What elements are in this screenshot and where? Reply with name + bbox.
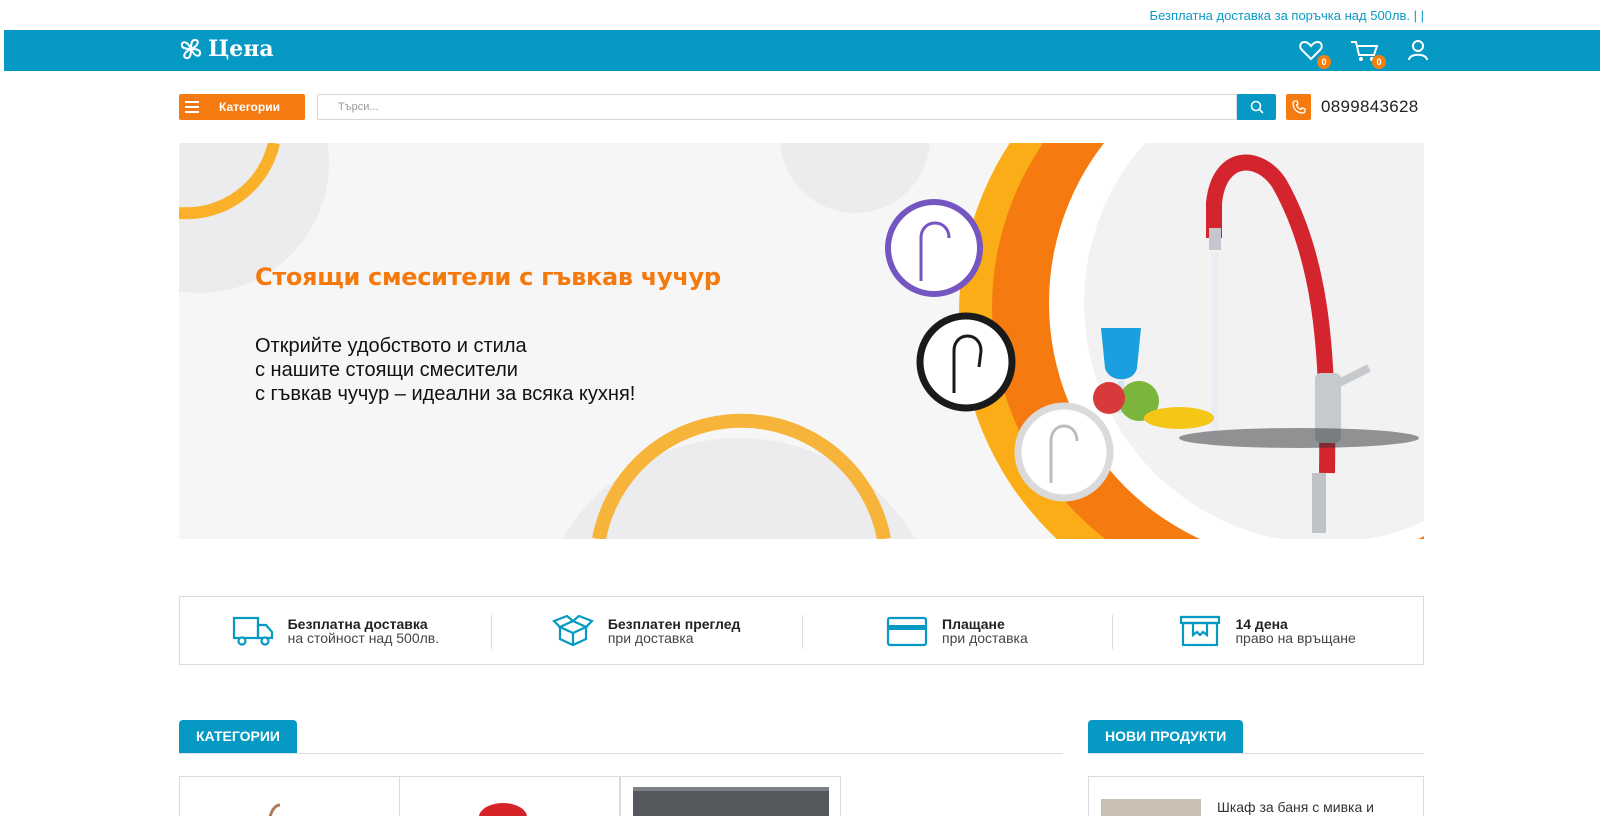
new-product-card[interactable]: Шкаф за баня с мивка и — [1088, 776, 1424, 816]
wishlist-button[interactable]: 0 — [1299, 39, 1331, 69]
banner-line: с гъвкав чучур – идеални за всяка кухня! — [255, 383, 636, 405]
feature-title: Безплатна доставка — [287, 615, 428, 632]
banner-text: Открийте удобството и стила с нашите сто… — [255, 334, 775, 406]
feature-pay-on-delivery: Плащане при доставка — [801, 597, 1113, 664]
category-thumbnail — [479, 803, 527, 816]
wishlist-count-badge: 0 — [1317, 55, 1331, 69]
search-icon — [1250, 100, 1264, 114]
logo-text: Цена — [208, 36, 274, 62]
feature-subtitle: при доставка — [607, 629, 694, 646]
banner-line: Открийте удобството и стила — [255, 335, 527, 357]
categories-button-label: Категории — [219, 100, 280, 114]
feature-free-inspection: Безплатен преглед при доставка — [490, 597, 802, 664]
feature-title: Плащане — [942, 615, 1005, 632]
credit-card-icon — [886, 616, 928, 646]
category-card[interactable] — [179, 776, 400, 816]
categories-section-title[interactable]: КАТЕГОРИИ — [179, 720, 297, 753]
category-thumbnail — [633, 787, 829, 816]
feature-title: Безплатен преглед — [607, 615, 741, 632]
product-thumbnail — [1101, 799, 1201, 816]
phone-number[interactable]: 0899843628 — [1321, 97, 1419, 117]
hero-banner[interactable]: Стоящи смесители с гъвкав чучур Открийте… — [179, 143, 1424, 539]
menu-icon — [185, 101, 199, 113]
logo-icon — [180, 38, 202, 60]
phone-button[interactable] — [1286, 94, 1311, 120]
account-button[interactable] — [1407, 39, 1431, 63]
cart-count-badge: 0 — [1372, 55, 1386, 69]
feature-14-day-return: 14 дена право на връщане — [1112, 597, 1423, 664]
category-thumbnail — [268, 803, 281, 816]
open-box-icon — [551, 614, 594, 646]
features-bar: Безплатна доставка на стойност над 500лв… — [179, 596, 1424, 665]
banner-line: с нашите стоящи смесители — [255, 359, 518, 381]
truck-icon — [232, 616, 273, 646]
category-card[interactable] — [399, 776, 620, 816]
logo[interactable]: Цена — [178, 36, 274, 62]
cart-button[interactable]: 0 — [1350, 39, 1386, 69]
categories-button[interactable]: Категории — [179, 94, 305, 120]
return-box-icon — [1180, 615, 1221, 646]
feature-title: 14 дена — [1235, 615, 1288, 632]
categories-section-header: КАТЕГОРИИ — [179, 720, 1063, 754]
feature-subtitle: право на връщане — [1235, 629, 1356, 646]
product-title[interactable]: Шкаф за баня с мивка и — [1217, 799, 1374, 815]
new-products-section-title[interactable]: НОВИ ПРОДУКТИ — [1088, 720, 1244, 753]
feature-free-delivery: Безплатна доставка на стойност над 500лв… — [180, 597, 491, 664]
phone-icon — [1291, 100, 1306, 114]
feature-subtitle: при доставка — [942, 629, 1028, 646]
search-bar — [317, 94, 1276, 120]
category-card[interactable] — [620, 776, 841, 816]
search-input[interactable] — [317, 94, 1237, 120]
banner-title: Стоящи смесители с гъвкав чучур — [255, 263, 721, 291]
user-icon — [1408, 40, 1428, 61]
search-button[interactable] — [1237, 94, 1276, 120]
feature-subtitle: на стойност над 500лв. — [287, 629, 440, 646]
top-strip: Безплатна доставка за поръчка над 500лв.… — [0, 0, 1600, 30]
navbar: Цена 0 0 — [4, 30, 1600, 71]
new-products-section-header: НОВИ ПРОДУКТИ — [1088, 720, 1424, 754]
promo-text: Безплатна доставка за поръчка над 500лв.… — [1149, 8, 1424, 23]
